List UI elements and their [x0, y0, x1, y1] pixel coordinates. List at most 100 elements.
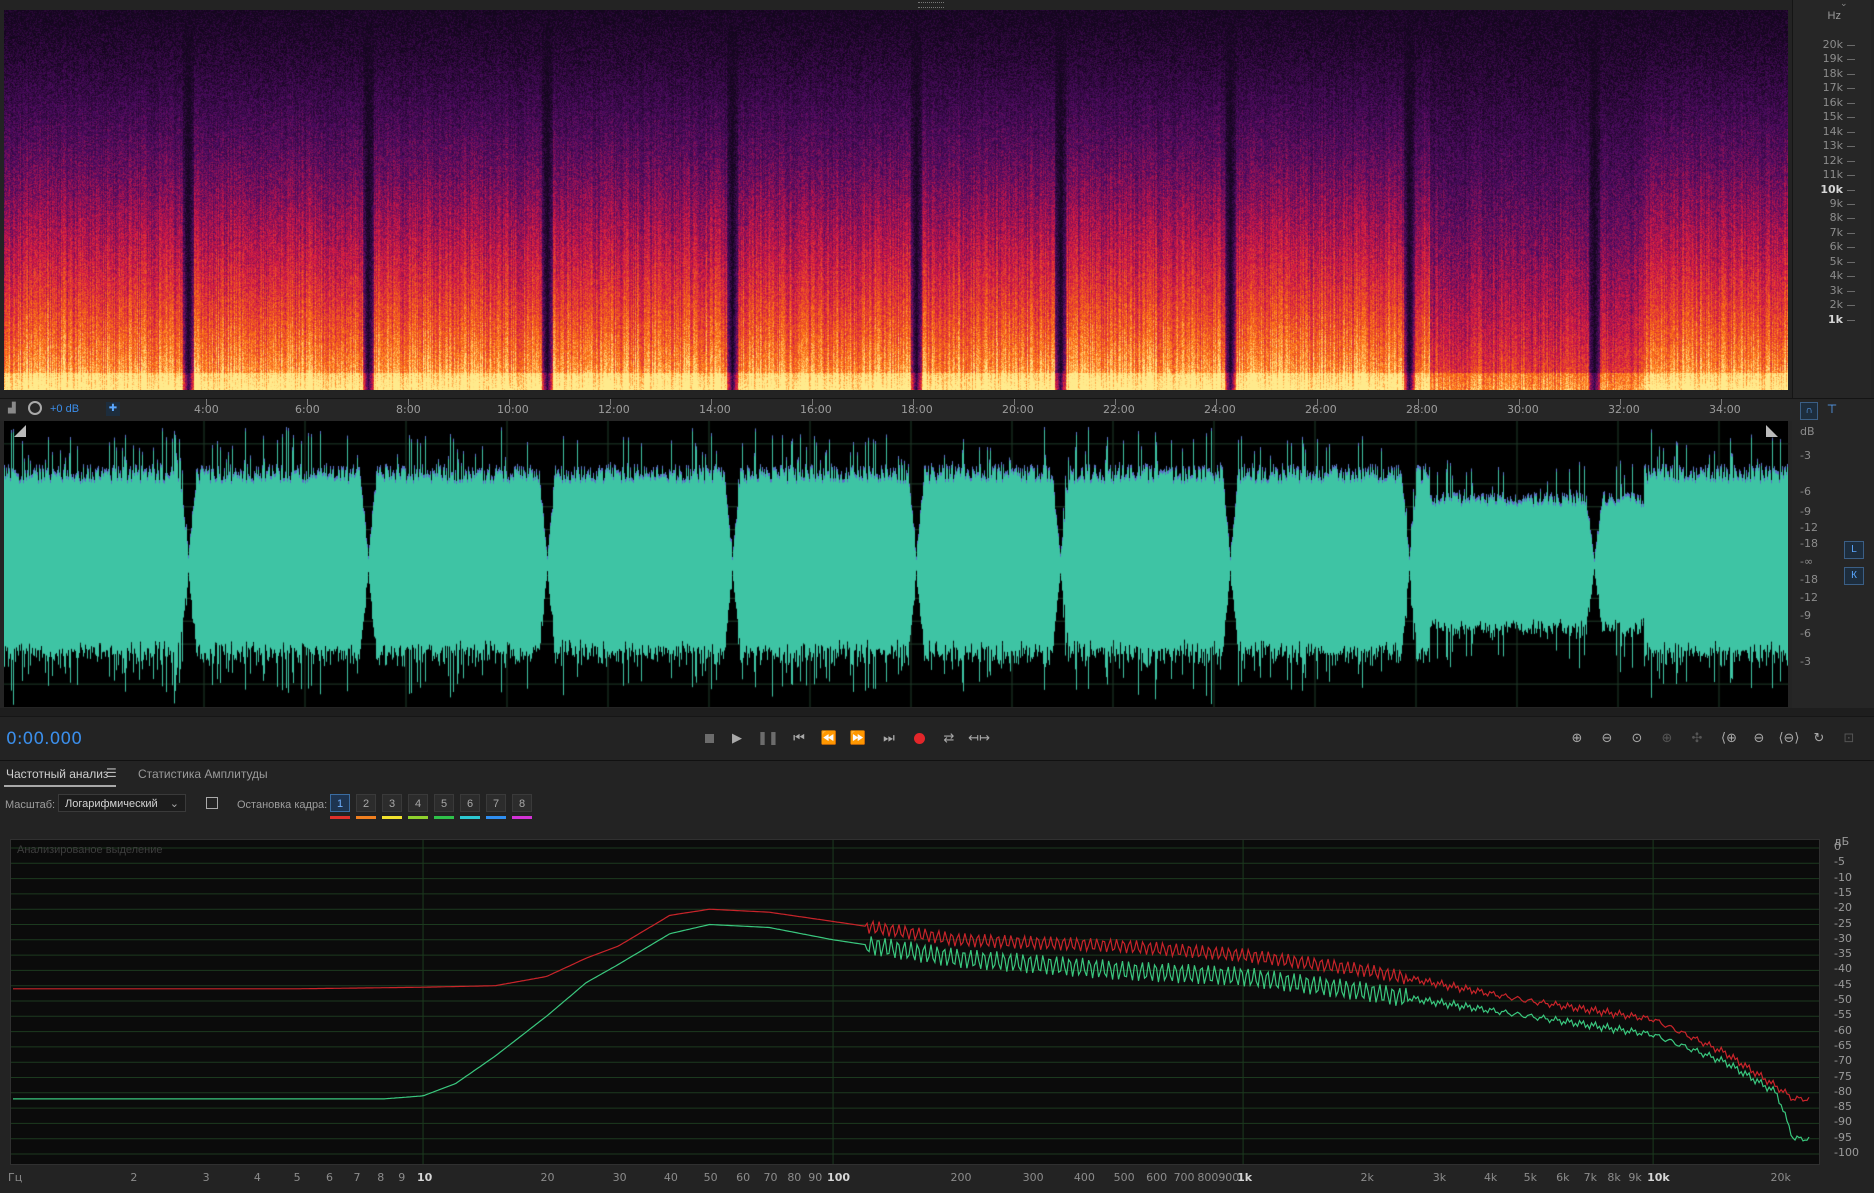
zoom-to-selection-icon: ⊡: [1843, 730, 1855, 746]
graph-freq-label: 7k: [1583, 1171, 1597, 1184]
zoom-out-time-icon: ⊖: [1753, 730, 1765, 746]
hz-tick-label: 2k: [1829, 298, 1843, 312]
db-tick-label: -9: [1800, 505, 1811, 518]
hz-tick-label: 10k: [1820, 182, 1843, 196]
hz-tick-mark: [1847, 146, 1855, 148]
marker-pin-icon[interactable]: ⊤: [1826, 402, 1838, 418]
graph-freq-label: 70: [763, 1171, 778, 1184]
rewind-button[interactable]: ⏪: [816, 725, 842, 751]
db-tick-label: -12: [1800, 591, 1818, 604]
graph-db-label: -25: [1834, 916, 1852, 930]
copy-icon[interactable]: [206, 797, 218, 809]
gain-value[interactable]: +0 dB: [50, 403, 79, 415]
hz-tick-label: 13k: [1822, 139, 1843, 153]
ruler-time-label: 8:00: [396, 403, 421, 416]
freeze-frame-button-3[interactable]: 3: [382, 794, 402, 812]
hz-tick-mark: [1847, 73, 1855, 75]
graph-db-label: -15: [1834, 885, 1852, 899]
db-tick-label: -3: [1800, 655, 1811, 668]
freeze-frame-button-4[interactable]: 4: [408, 794, 428, 812]
graph-freq-label: 40: [663, 1171, 678, 1184]
hz-tick-mark: [1847, 290, 1855, 292]
pause-button[interactable]: ❚❚: [755, 725, 781, 751]
tab-frequency-analysis[interactable]: Частотный анализ: [6, 767, 108, 781]
zoom-selection-button[interactable]: ✣: [1684, 725, 1710, 751]
hz-tick-label: 19k: [1822, 52, 1843, 66]
fast-forward-icon: ⏩: [849, 730, 867, 746]
channel-left-toggle[interactable]: L: [1844, 541, 1864, 559]
hz-tick-mark: [1847, 247, 1855, 249]
zoom-out-time-button[interactable]: ⊖: [1746, 725, 1772, 751]
zoom-history-button[interactable]: ↻: [1806, 725, 1832, 751]
go-to-end-button[interactable]: ⏭: [876, 725, 902, 751]
graph-freq-label: 1k: [1237, 1171, 1253, 1184]
hz-tick-mark: [1847, 88, 1855, 90]
spectrogram[interactable]: [4, 10, 1788, 390]
hz-tick-label: 7k: [1829, 225, 1843, 239]
hz-tick-label: 6k: [1829, 240, 1843, 254]
zoom-out-full-button[interactable]: ⟨⊖⟩: [1776, 725, 1802, 751]
scale-label: Масштаб:: [5, 799, 56, 811]
pin-icon[interactable]: ✚: [106, 402, 120, 416]
graph-freq-label: 5k: [1523, 1171, 1538, 1184]
graph-db-label: -45: [1834, 977, 1852, 991]
zoom-to-selection-button[interactable]: ⊡: [1836, 725, 1862, 751]
ruler-time-label: 28:00: [1406, 403, 1438, 416]
spectral-view[interactable]: Hz 20k 19k 18k 17k 16k 15k 14k 13k 12k 11k 10k 9k 8k…: [0, 0, 1874, 398]
db-tick-label: -9: [1800, 609, 1811, 622]
headphones-icon[interactable]: ∩: [1800, 402, 1818, 420]
ruler-time-label: 22:00: [1103, 403, 1135, 416]
graph-freq-label: 50: [703, 1171, 718, 1184]
freeze-frame-button-2[interactable]: 2: [356, 794, 376, 812]
freeze-frame-button-6[interactable]: 6: [460, 794, 480, 812]
freeze-frame-button-7[interactable]: 7: [486, 794, 506, 812]
waveform-view[interactable]: dB -3 -6 -9 -12 -18 -∞ -18 -12 -9 -6 -3 L К: [0, 421, 1874, 708]
levels-icon[interactable]: ▟: [8, 403, 20, 415]
freeze-frame-button-1[interactable]: 1: [330, 794, 350, 812]
db-tick-label: -12: [1800, 521, 1818, 534]
hz-tick-mark: [1847, 319, 1855, 321]
graph-db-label: -40: [1834, 962, 1852, 976]
graph-freq-label: 6: [326, 1171, 334, 1184]
panel-menu-icon[interactable]: ☰: [106, 766, 117, 780]
scale-dropdown[interactable]: Логарифмический ⌄: [58, 794, 186, 812]
loop-icon: ⇄: [943, 730, 955, 746]
ruler-time-label: 6:00: [295, 403, 320, 416]
zoom-reset-button[interactable]: ⊙: [1624, 725, 1650, 751]
channel-right-toggle[interactable]: К: [1844, 567, 1864, 585]
ruler-time-label: 10:00: [497, 403, 529, 416]
zoom-in-left-button[interactable]: ⟨⊕: [1716, 725, 1742, 751]
timeline-ruler[interactable]: ▟ +0 dB ✚ 4:00 6:00 8:00 10:00 12:00 14:00 16:…: [0, 398, 1874, 422]
current-time[interactable]: 0:00.000: [6, 729, 82, 749]
record-button[interactable]: [906, 725, 932, 751]
gain-knob-icon[interactable]: [28, 401, 42, 415]
freeze-frame-button-5[interactable]: 5: [434, 794, 454, 812]
collapse-chevron-icon[interactable]: ⌄: [1840, 0, 1848, 9]
graph-freq-label: 4: [253, 1171, 261, 1184]
zoom-in-playhead-button[interactable]: ⊕: [1654, 725, 1680, 751]
loop-button[interactable]: ⇄: [936, 725, 962, 751]
hz-tick-label: 17k: [1822, 81, 1843, 95]
skip-selection-button[interactable]: ↤↦: [966, 725, 992, 751]
graph-db-label: -100: [1834, 1146, 1859, 1159]
graph-hz-unit: Гц: [8, 1171, 23, 1184]
zoom-in-amplitude-button[interactable]: ⊕: [1564, 725, 1590, 751]
graph-db-label: -55: [1834, 1008, 1852, 1022]
skip-back-icon: ⏮: [793, 730, 805, 746]
ruler-time-label: 24:00: [1204, 403, 1236, 416]
waveform[interactable]: [4, 421, 1788, 707]
stop-button[interactable]: [696, 725, 722, 751]
play-button[interactable]: ▶: [724, 725, 750, 751]
freeze-frame-button-8[interactable]: 8: [512, 794, 532, 812]
graph-db-label: -85: [1834, 1100, 1852, 1114]
tab-amplitude-statistics[interactable]: Статистика Амплитуды: [138, 767, 268, 781]
hz-tick-mark: [1847, 117, 1855, 119]
spectral-resize-handle[interactable]: [918, 2, 944, 8]
go-to-start-button[interactable]: ⏮: [786, 725, 812, 751]
zoom-out-amplitude-button[interactable]: ⊖: [1594, 725, 1620, 751]
hz-tick-label: 8k: [1829, 211, 1843, 225]
graph-freq-label: 2k: [1360, 1171, 1374, 1184]
hz-tick-label: 18k: [1822, 66, 1843, 80]
frequency-graph[interactable]: Анализированое выделение: [10, 839, 1820, 1165]
fast-forward-button[interactable]: ⏩: [845, 725, 871, 751]
